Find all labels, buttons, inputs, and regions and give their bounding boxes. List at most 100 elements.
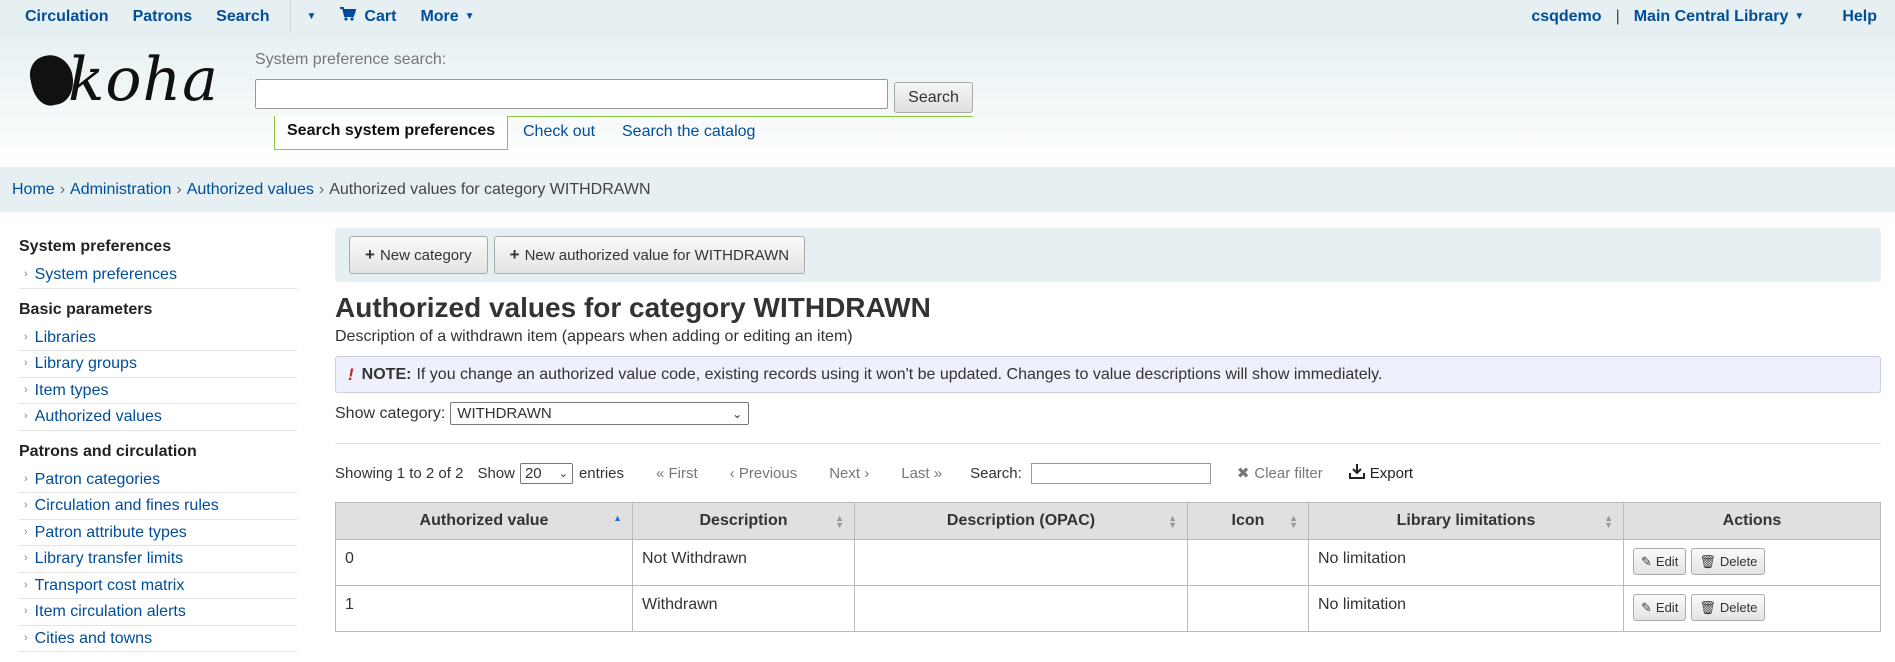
delete-button[interactable]: 🗑 Delete (1691, 594, 1766, 621)
note-label: NOTE: (361, 365, 412, 383)
breadcrumb-authorized-values[interactable]: Authorized values (187, 181, 314, 199)
pencil-icon: ✎ (1641, 599, 1652, 615)
sidebar-list: › System preferences (19, 262, 297, 289)
sidebar-item-libraries[interactable]: › Libraries (19, 325, 297, 351)
edit-button[interactable]: ✎ Edit (1633, 594, 1687, 621)
chevron-right-icon: › (24, 605, 28, 618)
col-label: Authorized value (419, 512, 549, 529)
nav-search-dropdown[interactable]: ▼ (295, 0, 329, 33)
col-label: Actions (1722, 512, 1782, 529)
main-content: + New category + New authorized value fo… (335, 228, 1881, 632)
sidebar-item-transfer-limits[interactable]: › Library transfer limits (19, 546, 297, 573)
koha-logo[interactable]: koha (26, 45, 218, 123)
edit-button[interactable]: ✎ Edit (1633, 548, 1687, 575)
clear-filter-label: Clear filter (1254, 464, 1323, 482)
sidebar-heading: Patrons and circulation (19, 442, 197, 460)
clear-filter-button[interactable]: ✖ Clear filter (1237, 464, 1323, 483)
show-category-select[interactable]: WITHDRAWN ⌄ (450, 402, 750, 425)
show-category-value: WITHDRAWN (457, 405, 552, 422)
table-search-input[interactable] (1030, 462, 1211, 484)
col-authorized-value[interactable]: Authorized value ▲ (335, 502, 633, 540)
sidebar-item-circulation-alerts[interactable]: › Item circulation alerts (19, 599, 297, 626)
sidebar-item-label: Patron categories (34, 470, 161, 488)
sidebar-item-label: Item circulation alerts (34, 603, 186, 621)
sidebar-item-label: Patron attribute types (34, 523, 187, 541)
showing-info: Showing 1 to 2 of 2 (335, 464, 464, 482)
top-nav: Circulation Patrons Search ▼ Cart More ▼… (0, 0, 1895, 33)
sort-icon: ▲ ▼ (1289, 513, 1298, 530)
new-authorized-value-button[interactable]: + New authorized value for WITHDRAWN (493, 236, 806, 274)
tab-search-catalog[interactable]: Search the catalog (622, 123, 755, 141)
syspref-search-button[interactable]: Search (894, 82, 973, 113)
chevron-right-icon: › (24, 410, 28, 423)
sidebar-item-cities-towns[interactable]: › Cities and towns (19, 626, 297, 652)
pencil-icon: ✎ (1641, 553, 1652, 569)
entries-label: entries (578, 464, 624, 482)
col-icon[interactable]: Icon ▲ ▼ (1187, 502, 1309, 540)
new-category-button[interactable]: + New category (349, 236, 488, 274)
sidebar-item-item-types[interactable]: › Item types (19, 378, 297, 404)
cell-icon (1187, 539, 1309, 586)
table-search-label: Search: (970, 464, 1022, 482)
cell-description: Withdrawn (632, 585, 855, 632)
new-authorized-value-label: New authorized value for WITHDRAWN (524, 246, 790, 264)
breadcrumb: Home › Administration › Authorized value… (0, 167, 1895, 212)
chevron-right-icon: › (24, 472, 28, 485)
show-label: Show (477, 464, 515, 482)
col-description-opac[interactable]: Description (OPAC) ▲ ▼ (854, 502, 1188, 540)
sidebar-item-patron-categories[interactable]: › Patron categories (19, 467, 297, 493)
exclamation-icon: ! (348, 364, 354, 384)
tab-check-out[interactable]: Check out (523, 123, 595, 141)
sidebar-item-label: Library groups (34, 355, 137, 373)
nav-library[interactable]: Main Central Library ▼ (1622, 0, 1817, 33)
sidebar-item-library-groups[interactable]: › Library groups (19, 351, 297, 378)
breadcrumb-administration[interactable]: Administration (70, 181, 171, 199)
row-actions: ✎ Edit 🗑 Delete (1633, 548, 1871, 575)
nav-cart-label: Cart (364, 7, 397, 25)
breadcrumb-current: Authorized values for category WITHDRAWN (329, 180, 651, 198)
caret-down-icon: ▼ (464, 11, 475, 22)
pager-next[interactable]: Next › (829, 465, 869, 482)
syspref-search-input[interactable] (255, 79, 888, 109)
nav-cart[interactable]: Cart (328, 0, 408, 33)
nav-more[interactable]: More ▼ (408, 0, 486, 33)
trash-icon: 🗑 (1699, 599, 1716, 615)
delete-button[interactable]: 🗑 Delete (1691, 548, 1766, 575)
pager-previous[interactable]: ‹ Previous (730, 465, 798, 482)
nav-search[interactable]: Search (204, 0, 281, 33)
col-label: Description (699, 512, 788, 529)
col-label: Library limitations (1396, 512, 1536, 529)
pager-first[interactable]: « First (656, 465, 698, 482)
pager-last[interactable]: Last » (901, 465, 942, 482)
sidebar-list: › Patron categories › Circulation and fine… (19, 467, 297, 652)
sidebar-item-circulation-rules[interactable]: › Circulation and fines rules (19, 493, 297, 520)
col-description[interactable]: Description ▲ ▼ (632, 502, 855, 540)
tab-search-syspref[interactable]: Search system preferences (274, 116, 509, 150)
new-category-label: New category (379, 246, 472, 264)
table-controls: Showing 1 to 2 of 2 Show 20 ⌄ entries « … (335, 444, 1881, 502)
sort-icon: ▲ ▼ (835, 513, 844, 530)
chevron-right-icon: › (24, 631, 28, 644)
sidebar-item-label: Cities and towns (34, 629, 153, 647)
nav-patrons[interactable]: Patrons (121, 0, 205, 33)
col-library-limitations[interactable]: Library limitations ▲ ▼ (1308, 502, 1624, 540)
sidebar-item-authorized-values[interactable]: › Authorized values (19, 404, 297, 431)
cell-limitations: No limitation (1308, 539, 1624, 586)
breadcrumb-home[interactable]: Home (12, 181, 55, 199)
sidebar-item-transport-cost-matrix[interactable]: › Transport cost matrix (19, 573, 297, 599)
plus-icon: + (365, 245, 375, 264)
nav-help[interactable]: Help (1816, 0, 1893, 33)
syspref-search-label: System preference search: (255, 51, 447, 68)
nav-circulation[interactable]: Circulation (0, 0, 121, 33)
sidebar-item-patron-attribute-types[interactable]: › Patron attribute types (19, 520, 297, 546)
authorized-values-table: Authorized value ▲ Description ▲ ▼ Descript… (335, 502, 1881, 632)
export-button[interactable]: Export (1348, 463, 1413, 483)
nav-user[interactable]: csqdemo (1506, 0, 1613, 33)
delete-label: Delete (1719, 554, 1758, 569)
pager-previous-label: Previous (738, 464, 798, 482)
sidebar-item-system-preferences[interactable]: › System preferences (19, 262, 297, 289)
main: System preferences › System preferences B… (0, 212, 1895, 655)
sidebar-heading: System preferences (19, 238, 172, 255)
page-length-select[interactable]: 20 ⌄ (519, 462, 573, 484)
chevron-right-icon: › (24, 578, 28, 591)
